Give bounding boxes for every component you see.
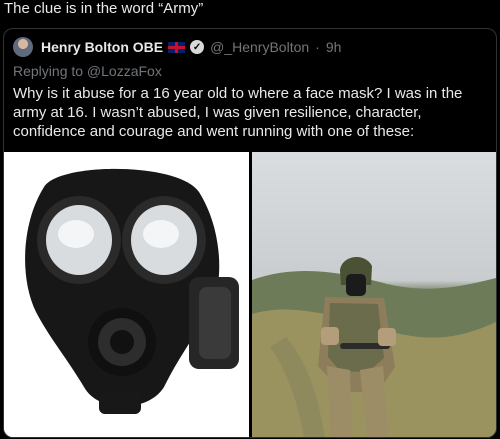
- gas-mask-icon: [4, 152, 249, 437]
- tweet-time[interactable]: 9h: [326, 39, 342, 55]
- avatar[interactable]: [13, 37, 33, 57]
- author-handle[interactable]: @_HenryBolton: [210, 39, 309, 55]
- tweet-header: Henry Bolton OBE ✓ @_HenryBolton · 9h: [13, 37, 341, 57]
- tweet-text: Why is it abuse for a 16 year old to whe…: [13, 85, 463, 140]
- verified-badge-icon: ✓: [190, 40, 205, 54]
- separator: ·: [315, 39, 320, 55]
- soldier-photo[interactable]: [251, 152, 496, 437]
- replying-to[interactable]: Replying to @LozzaFox: [13, 63, 162, 79]
- post-caption: The clue is in the word “Army”: [4, 0, 204, 17]
- embedded-tweet[interactable]: Henry Bolton OBE ✓ @_HenryBolton · 9h Re…: [3, 28, 497, 438]
- tweet-media[interactable]: [4, 152, 496, 437]
- author-name[interactable]: Henry Bolton OBE: [41, 39, 163, 55]
- gas-mask-photo[interactable]: [4, 152, 249, 437]
- soldier-icon: [251, 256, 496, 437]
- uk-flag-icon: [168, 41, 186, 53]
